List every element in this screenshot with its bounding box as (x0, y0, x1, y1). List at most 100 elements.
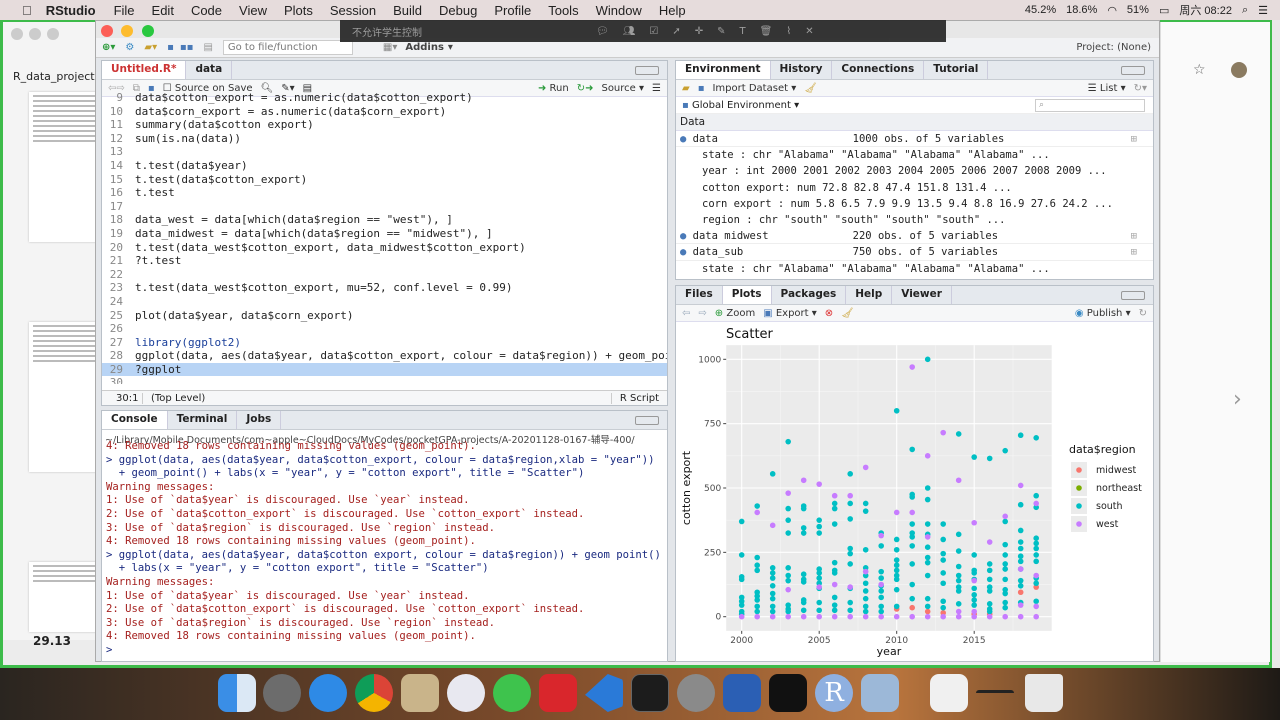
wifi-icon[interactable]: ◠ (1107, 4, 1117, 17)
minimized-window-thumbnail[interactable] (976, 690, 1014, 696)
menu-view[interactable]: View (239, 3, 267, 18)
minimize-window-button[interactable] (121, 25, 133, 37)
view-data-icon[interactable]: ⊞ (1131, 228, 1137, 244)
search-icon[interactable]: ⌕ (1242, 4, 1248, 17)
load-workspace-icon[interactable]: ▰ (682, 83, 690, 94)
menu-code[interactable]: Code (191, 3, 222, 18)
import-dataset-button[interactable]: Import Dataset ▾ (712, 83, 796, 94)
pane-minmax-buttons[interactable] (635, 66, 659, 75)
next-plot-icon[interactable]: ⇨ (698, 308, 706, 319)
rerun-button[interactable]: ↻➜ (577, 83, 594, 94)
battery-icon[interactable]: ▭ (1159, 4, 1169, 17)
env-search-input[interactable]: ⌕ (1035, 98, 1145, 112)
classroom-app-icon[interactable] (769, 674, 807, 712)
tab-tutorial[interactable]: Tutorial (924, 61, 989, 79)
terminal-icon[interactable] (631, 674, 669, 712)
tab-help[interactable]: Help (846, 286, 893, 304)
code-editor[interactable]: 9 data$cotton_export = as.numeric(data$co… (102, 91, 667, 384)
safari-icon[interactable] (309, 674, 347, 712)
page-thumbnail[interactable] (29, 562, 99, 632)
menu-edit[interactable]: Edit (152, 3, 174, 18)
scope-selector[interactable]: (Top Level) (142, 392, 205, 404)
menu-window[interactable]: Window (596, 3, 642, 18)
expand-icon[interactable]: ● (680, 133, 693, 145)
project-menu[interactable]: Project: (None) (1076, 42, 1151, 53)
launchpad-icon[interactable] (263, 674, 301, 712)
broom-icon[interactable]: 🧹︎ (804, 83, 817, 94)
pane-minmax-buttons[interactable] (1121, 66, 1145, 75)
avatar[interactable] (1231, 62, 1247, 78)
remove-plot-icon[interactable]: ⊗ (825, 308, 833, 319)
new-file-icon[interactable]: ⊕▾ (102, 42, 115, 53)
brush-icon[interactable]: ⌇ (786, 26, 791, 37)
addins-menu[interactable]: Addins (405, 42, 444, 53)
tab-history[interactable]: History (771, 61, 833, 79)
menu-profile[interactable]: Profile (494, 3, 531, 18)
vscode-icon[interactable] (585, 674, 623, 712)
print-icon[interactable]: ▤ (203, 42, 212, 53)
apple-icon[interactable]:  (22, 3, 32, 18)
sidebar-file-title[interactable]: R_data_project (13, 70, 95, 83)
chat-icon[interactable]: 💬︎ (596, 26, 609, 37)
file-type-selector[interactable]: R Script (610, 392, 667, 404)
close-icon[interactable]: ✕ (805, 26, 813, 37)
star-icon[interactable]: ☆ (1193, 62, 1206, 78)
music-icon[interactable] (447, 674, 485, 712)
save-all-icon[interactable]: ▪▪ (180, 42, 194, 53)
close-window-button[interactable] (101, 25, 113, 37)
minimized-window-thumbnail[interactable] (930, 674, 968, 712)
env-object-row[interactable]: ● data midwest 220 obs. of 5 variables ⊞ (676, 228, 1153, 245)
expand-icon[interactable]: ● (680, 230, 693, 242)
export-button[interactable]: ▣ Export ▾ (763, 308, 817, 319)
menu-build[interactable]: Build (393, 3, 422, 18)
trash-icon[interactable]: 🗑︎ (760, 26, 773, 37)
menu-file[interactable]: File (114, 3, 135, 18)
expand-icon[interactable]: ● (680, 246, 693, 258)
open-file-icon[interactable]: ▰▾ (144, 42, 157, 53)
tab-environment[interactable]: Environment (676, 61, 771, 79)
view-mode-selector[interactable]: ☰ List ▾ (1088, 83, 1126, 94)
global-env-selector[interactable]: ▪ Global Environment ▾ (682, 100, 799, 111)
pane-minmax-buttons[interactable] (635, 416, 659, 425)
run-button[interactable]: ➜ Run (538, 83, 569, 94)
mail-icon[interactable] (401, 674, 439, 712)
outline-icon[interactable]: ☰ (652, 83, 661, 94)
tab-console[interactable]: Console (102, 411, 168, 429)
menu-debug[interactable]: Debug (439, 3, 477, 18)
view-data-icon[interactable]: ⊞ (1131, 244, 1137, 260)
env-object-row[interactable]: ● data 1000 obs. of 5 variables ⊞ (676, 131, 1153, 148)
tab-plots[interactable]: Plots (722, 286, 772, 304)
view-data-icon[interactable]: ⊞ (1131, 131, 1137, 147)
page-thumbnail[interactable] (29, 322, 99, 472)
system-preferences-icon[interactable] (677, 674, 715, 712)
new-project-icon[interactable]: ⚙ (125, 42, 134, 53)
zoom-window-button[interactable] (142, 25, 154, 37)
pane-minmax-buttons[interactable] (1121, 291, 1145, 300)
r-icon[interactable]: R (815, 674, 853, 712)
trash-icon[interactable] (1025, 674, 1063, 712)
text-icon[interactable]: T (740, 26, 746, 37)
chrome-icon[interactable] (355, 674, 393, 712)
zoom-button[interactable]: ⊕ Zoom (715, 308, 755, 319)
menu-help[interactable]: Help (659, 3, 686, 18)
tab-jobs[interactable]: Jobs (237, 411, 282, 429)
tab-packages[interactable]: Packages (772, 286, 847, 304)
goto-file-input[interactable]: Go to file/function (222, 40, 353, 55)
crosshair-icon[interactable]: ✛ (695, 26, 703, 37)
clock[interactable]: 周六 08:22 (1179, 2, 1232, 18)
env-object-row[interactable]: ● data_sub 750 obs. of 5 variables ⊞ (676, 244, 1153, 261)
tab-data[interactable]: data (186, 61, 233, 79)
word-icon[interactable] (723, 674, 761, 712)
preview-icon[interactable] (861, 674, 899, 712)
pointer-icon[interactable]: ➚ (672, 26, 680, 37)
previous-plot-icon[interactable]: ⇦ (682, 308, 690, 319)
chevron-right-icon[interactable]: › (1233, 387, 1242, 412)
refresh-icon[interactable]: ↻ (1139, 308, 1147, 319)
menu-app-name[interactable]: RStudio (46, 3, 96, 18)
tab-terminal[interactable]: Terminal (168, 411, 238, 429)
menu-session[interactable]: Session (330, 3, 376, 18)
wechat-icon[interactable] (493, 674, 531, 712)
pen-icon[interactable]: ✎ (717, 26, 725, 37)
page-thumbnail[interactable] (29, 92, 99, 242)
finder-icon[interactable] (218, 674, 256, 712)
